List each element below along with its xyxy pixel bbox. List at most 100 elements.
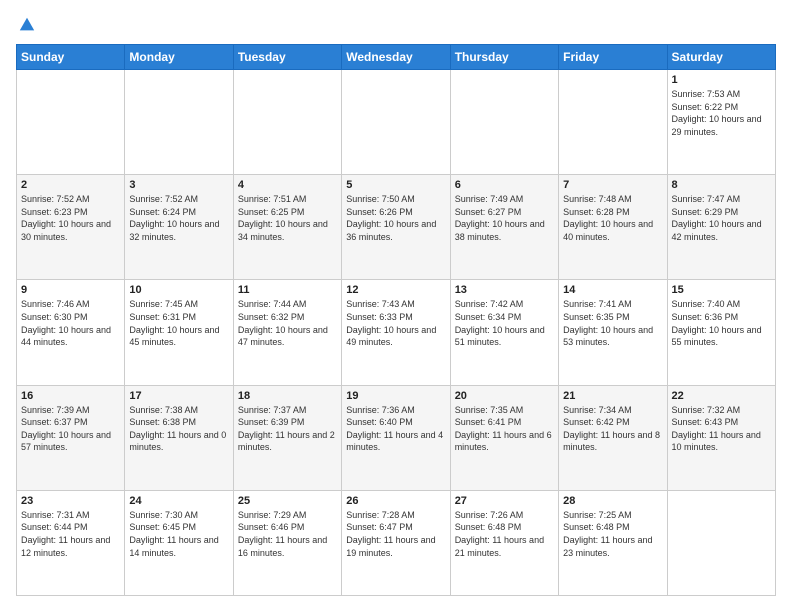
calendar-cell: 20 Sunrise: 7:35 AM Sunset: 6:41 PM Dayli… [450, 385, 558, 490]
day-number: 26 [346, 495, 445, 507]
day-info: Sunrise: 7:41 AM Sunset: 6:35 PM Dayligh… [563, 298, 662, 348]
day-info: Sunrise: 7:29 AM Sunset: 6:46 PM Dayligh… [238, 509, 337, 559]
day-number: 22 [672, 390, 771, 402]
calendar-cell: 9 Sunrise: 7:46 AM Sunset: 6:30 PM Daylig… [17, 280, 125, 385]
calendar-cell: 26Sunrise: 7:28 AM Sunset: 6:47 PM Dayli… [342, 490, 450, 595]
calendar-cell: 17 Sunrise: 7:38 AM Sunset: 6:38 PM Dayli… [125, 385, 233, 490]
day-info: Sunrise: 7:52 AM Sunset: 6:24 PM Dayligh… [129, 193, 228, 243]
day-number: 17 [129, 390, 228, 402]
calendar-cell [667, 490, 775, 595]
day-info: Sunrise: 7:31 AM Sunset: 6:44 PM Dayligh… [21, 509, 120, 559]
day-number: 5 [346, 179, 445, 191]
calendar-cell: 10 Sunrise: 7:45 AM Sunset: 6:31 PM Dayli… [125, 280, 233, 385]
day-number: 3 [129, 179, 228, 191]
calendar-cell: 22 Sunrise: 7:32 AM Sunset: 6:43 PM Dayli… [667, 385, 775, 490]
week-row-3: 9 Sunrise: 7:46 AM Sunset: 6:30 PM Daylig… [17, 280, 776, 385]
calendar: SundayMondayTuesdayWednesdayThursdayFrid… [16, 44, 776, 596]
calendar-cell [559, 70, 667, 175]
day-info: Sunrise: 7:39 AM Sunset: 6:37 PM Dayligh… [21, 404, 120, 454]
day-number: 1 [672, 74, 771, 86]
calendar-cell: 2Sunrise: 7:52 AM Sunset: 6:23 PM Daylig… [17, 175, 125, 280]
day-number: 18 [238, 390, 337, 402]
day-info: Sunrise: 7:30 AM Sunset: 6:45 PM Dayligh… [129, 509, 228, 559]
day-info: Sunrise: 7:51 AM Sunset: 6:25 PM Dayligh… [238, 193, 337, 243]
logo-icon [18, 16, 36, 34]
day-number: 9 [21, 284, 120, 296]
calendar-cell: 5 Sunrise: 7:50 AM Sunset: 6:26 PM Daylig… [342, 175, 450, 280]
page-header [16, 16, 776, 34]
day-number: 4 [238, 179, 337, 191]
day-info: Sunrise: 7:46 AM Sunset: 6:30 PM Dayligh… [21, 298, 120, 348]
week-row-1: 1 Sunrise: 7:53 AM Sunset: 6:22 PM Daylig… [17, 70, 776, 175]
day-info: Sunrise: 7:44 AM Sunset: 6:32 PM Dayligh… [238, 298, 337, 348]
calendar-cell: 12 Sunrise: 7:43 AM Sunset: 6:33 PM Dayli… [342, 280, 450, 385]
day-info: Sunrise: 7:52 AM Sunset: 6:23 PM Dayligh… [21, 193, 120, 243]
day-info: Sunrise: 7:53 AM Sunset: 6:22 PM Dayligh… [672, 88, 771, 138]
week-row-4: 16 Sunrise: 7:39 AM Sunset: 6:37 PM Dayli… [17, 385, 776, 490]
day-info: Sunrise: 7:26 AM Sunset: 6:48 PM Dayligh… [455, 509, 554, 559]
weekday-header-row: SundayMondayTuesdayWednesdayThursdayFrid… [17, 45, 776, 70]
day-info: Sunrise: 7:47 AM Sunset: 6:29 PM Dayligh… [672, 193, 771, 243]
day-info: Sunrise: 7:40 AM Sunset: 6:36 PM Dayligh… [672, 298, 771, 348]
day-info: Sunrise: 7:49 AM Sunset: 6:27 PM Dayligh… [455, 193, 554, 243]
calendar-cell: 7 Sunrise: 7:48 AM Sunset: 6:28 PM Daylig… [559, 175, 667, 280]
day-number: 6 [455, 179, 554, 191]
day-number: 10 [129, 284, 228, 296]
week-row-5: 23 Sunrise: 7:31 AM Sunset: 6:44 PM Dayli… [17, 490, 776, 595]
weekday-header-friday: Friday [559, 45, 667, 70]
day-info: Sunrise: 7:34 AM Sunset: 6:42 PM Dayligh… [563, 404, 662, 454]
day-number: 20 [455, 390, 554, 402]
day-number: 15 [672, 284, 771, 296]
day-info: Sunrise: 7:48 AM Sunset: 6:28 PM Dayligh… [563, 193, 662, 243]
day-info: Sunrise: 7:50 AM Sunset: 6:26 PM Dayligh… [346, 193, 445, 243]
day-number: 7 [563, 179, 662, 191]
day-info: Sunrise: 7:32 AM Sunset: 6:43 PM Dayligh… [672, 404, 771, 454]
calendar-cell: 8Sunrise: 7:47 AM Sunset: 6:29 PM Daylig… [667, 175, 775, 280]
weekday-header-wednesday: Wednesday [342, 45, 450, 70]
calendar-cell: 16 Sunrise: 7:39 AM Sunset: 6:37 PM Dayli… [17, 385, 125, 490]
calendar-cell: 25 Sunrise: 7:29 AM Sunset: 6:46 PM Dayli… [233, 490, 341, 595]
calendar-cell: 4 Sunrise: 7:51 AM Sunset: 6:25 PM Daylig… [233, 175, 341, 280]
day-info: Sunrise: 7:25 AM Sunset: 6:48 PM Dayligh… [563, 509, 662, 559]
logo [16, 16, 36, 34]
weekday-header-sunday: Sunday [17, 45, 125, 70]
weekday-header-tuesday: Tuesday [233, 45, 341, 70]
day-number: 14 [563, 284, 662, 296]
weekday-header-saturday: Saturday [667, 45, 775, 70]
weekday-header-thursday: Thursday [450, 45, 558, 70]
calendar-cell: 6 Sunrise: 7:49 AM Sunset: 6:27 PM Daylig… [450, 175, 558, 280]
day-info: Sunrise: 7:36 AM Sunset: 6:40 PM Dayligh… [346, 404, 445, 454]
day-number: 27 [455, 495, 554, 507]
day-info: Sunrise: 7:45 AM Sunset: 6:31 PM Dayligh… [129, 298, 228, 348]
day-info: Sunrise: 7:42 AM Sunset: 6:34 PM Dayligh… [455, 298, 554, 348]
calendar-cell: 14 Sunrise: 7:41 AM Sunset: 6:35 PM Dayli… [559, 280, 667, 385]
calendar-cell: 24 Sunrise: 7:30 AM Sunset: 6:45 PM Dayli… [125, 490, 233, 595]
calendar-cell [342, 70, 450, 175]
calendar-cell: 19 Sunrise: 7:36 AM Sunset: 6:40 PM Dayli… [342, 385, 450, 490]
weekday-header-monday: Monday [125, 45, 233, 70]
calendar-cell: 21 Sunrise: 7:34 AM Sunset: 6:42 PM Dayli… [559, 385, 667, 490]
calendar-cell [125, 70, 233, 175]
day-number: 21 [563, 390, 662, 402]
day-number: 12 [346, 284, 445, 296]
calendar-cell: 11 Sunrise: 7:44 AM Sunset: 6:32 PM Dayli… [233, 280, 341, 385]
day-number: 11 [238, 284, 337, 296]
calendar-cell: 18Sunrise: 7:37 AM Sunset: 6:39 PM Dayli… [233, 385, 341, 490]
week-row-2: 2Sunrise: 7:52 AM Sunset: 6:23 PM Daylig… [17, 175, 776, 280]
day-number: 25 [238, 495, 337, 507]
day-info: Sunrise: 7:35 AM Sunset: 6:41 PM Dayligh… [455, 404, 554, 454]
calendar-cell: 1 Sunrise: 7:53 AM Sunset: 6:22 PM Daylig… [667, 70, 775, 175]
day-number: 24 [129, 495, 228, 507]
day-number: 13 [455, 284, 554, 296]
calendar-cell [450, 70, 558, 175]
day-number: 28 [563, 495, 662, 507]
calendar-cell: 23 Sunrise: 7:31 AM Sunset: 6:44 PM Dayli… [17, 490, 125, 595]
day-number: 16 [21, 390, 120, 402]
calendar-cell: 28 Sunrise: 7:25 AM Sunset: 6:48 PM Dayli… [559, 490, 667, 595]
day-info: Sunrise: 7:38 AM Sunset: 6:38 PM Dayligh… [129, 404, 228, 454]
day-info: Sunrise: 7:43 AM Sunset: 6:33 PM Dayligh… [346, 298, 445, 348]
day-number: 23 [21, 495, 120, 507]
day-number: 19 [346, 390, 445, 402]
calendar-cell [17, 70, 125, 175]
calendar-cell: 15 Sunrise: 7:40 AM Sunset: 6:36 PM Dayli… [667, 280, 775, 385]
